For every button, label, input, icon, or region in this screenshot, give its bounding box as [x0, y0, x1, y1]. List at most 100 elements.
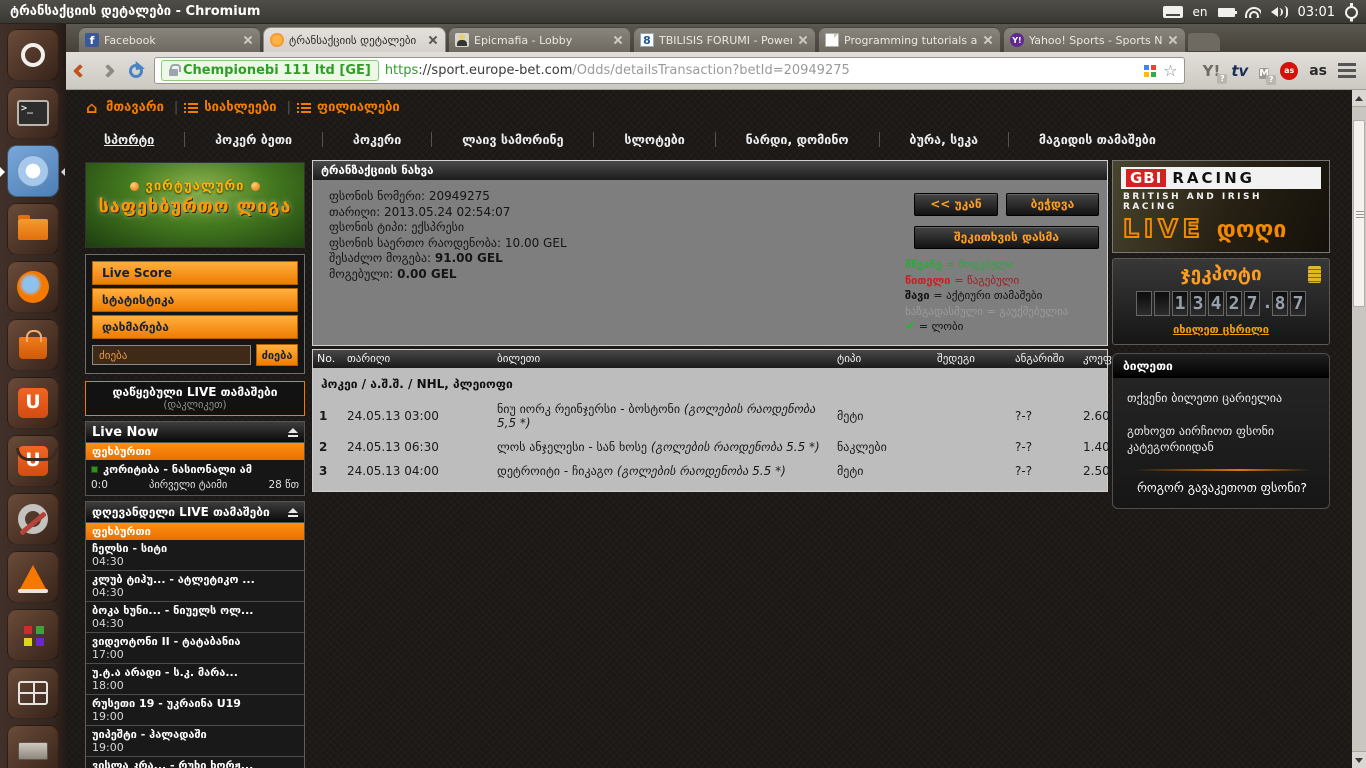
- theme-grid-icon[interactable]: [1144, 64, 1156, 77]
- live-match-item[interactable]: კორიტიბა - ნასიონალი ამ 0:0 პირველი ტაიმ…: [85, 460, 305, 496]
- keyboard-layout-label[interactable]: en: [1193, 5, 1208, 19]
- bookmark-star-icon[interactable]: ☆: [1163, 62, 1177, 79]
- launcher-vlc[interactable]: [7, 551, 59, 603]
- launcher-ubuntu-one[interactable]: U: [7, 377, 59, 429]
- close-icon[interactable]: [427, 34, 439, 46]
- clock[interactable]: 03:01: [1298, 5, 1335, 20]
- close-icon[interactable]: [1167, 34, 1179, 46]
- search-input[interactable]: [92, 345, 251, 365]
- tab-yahoo-sports[interactable]: Y! Yahoo! Sports - Sports Ne: [1003, 27, 1186, 52]
- back-button[interactable]: [66, 57, 94, 85]
- divider: [322, 132, 324, 147]
- today-sport-bar[interactable]: ფეხბურთი: [85, 523, 305, 540]
- tab-transaction-details[interactable]: ტრანსაქციის დეტალები: [263, 27, 446, 52]
- tab-tbilisis-forumi[interactable]: 8 TBILISIS FORUMI - Powere: [633, 27, 816, 52]
- launcher-dash-home[interactable]: [7, 29, 59, 81]
- help-button[interactable]: დახმარება: [92, 315, 298, 339]
- started-live-title: დაწყებული LIVE თამაშები: [112, 385, 278, 399]
- launcher-software-center[interactable]: [7, 319, 59, 371]
- yahoo-extension-icon[interactable]: Y!?: [1203, 62, 1228, 84]
- col-date: თარიღი: [347, 352, 391, 365]
- game-list-item[interactable]: უ.ტ.ა არადი - ს.კ. მარა... 18:00: [86, 664, 304, 695]
- tv-extension-icon[interactable]: tv: [1231, 62, 1248, 80]
- launcher-system-settings[interactable]: [7, 493, 59, 545]
- forward-button[interactable]: [94, 57, 122, 85]
- game-list-item[interactable]: ვისლა კრა... - რუხი ხორჟ...20:00: [86, 757, 304, 768]
- nav-slots[interactable]: სლოტები: [620, 130, 689, 149]
- new-tab-button[interactable]: [1188, 33, 1220, 51]
- reload-button[interactable]: [122, 57, 150, 85]
- address-bar[interactable]: Chempionebi 111 ltd [GE] https://sport.e…: [154, 57, 1185, 84]
- tab-epicmafia[interactable]: Epicmafia - Lobby: [448, 27, 631, 52]
- close-icon[interactable]: [797, 34, 809, 46]
- ev-certificate-badge[interactable]: Chempionebi 111 ltd [GE]: [161, 60, 379, 81]
- divider: [184, 132, 186, 147]
- nav-sport[interactable]: სპორტი: [100, 130, 158, 149]
- close-icon[interactable]: [242, 34, 254, 46]
- close-icon[interactable]: [982, 34, 994, 46]
- scrollbar-thumb[interactable]: [1353, 120, 1365, 307]
- volume-icon[interactable]: [1270, 6, 1288, 18]
- game-list-item[interactable]: ვიდეოტონი II - ტატაბანია 17:00: [86, 633, 304, 664]
- game-list-item[interactable]: ჩელსი - სიტი 04:30: [86, 540, 304, 571]
- print-button[interactable]: ბეჭდვა: [1006, 193, 1099, 216]
- banner-line1: ვირტუალური: [86, 179, 304, 194]
- nav-bura-seka[interactable]: ბურა, სეკა: [905, 130, 982, 149]
- nav-live-casino[interactable]: ლაივ სამორინე: [458, 130, 567, 149]
- nav-table-games[interactable]: მაგიდის თამაშები: [1035, 130, 1160, 149]
- jackpot-table-link[interactable]: იხილეთ ცხრილი: [1173, 323, 1269, 336]
- nav-poker[interactable]: პოკერი: [349, 130, 405, 149]
- launcher-ubuntu-one-music[interactable]: U: [7, 435, 59, 487]
- tv-glyph: tv: [1231, 61, 1249, 80]
- live-now-header[interactable]: Live Now: [85, 421, 305, 443]
- gbi-racing-banner[interactable]: GBI RACING BRITISH AND IRISH RACING LIVE…: [1112, 160, 1330, 253]
- launcher-terminal[interactable]: >_: [7, 87, 59, 139]
- nav-backgammon-domino[interactable]: ნარდი, დომინო: [742, 130, 853, 149]
- nav-branches[interactable]: ფილიალები: [297, 100, 400, 115]
- game-title: უიპეშტი - ჰალადაში: [92, 728, 207, 741]
- game-list-item[interactable]: ბოკა ხუნი... - ნიუელს ოლ... 04:30: [86, 602, 304, 633]
- lastfm-scrobbler-icon[interactable]: as: [1309, 63, 1327, 79]
- launcher-workspace-switcher[interactable]: [7, 667, 59, 719]
- tab-label: ტრანსაქციის დეტალები: [289, 33, 417, 47]
- cell-type: ნაკლები: [837, 440, 887, 454]
- lastfm-extension-icon[interactable]: as: [1280, 61, 1299, 80]
- search-button[interactable]: ძიება: [256, 344, 298, 366]
- scroll-up-button[interactable]: [1352, 90, 1366, 107]
- nav-poker-bet[interactable]: პოკერ ბეთი: [211, 130, 296, 149]
- game-list-item[interactable]: კლუბ ტიჰუ... - ატლეტიკო ... 04:30: [86, 571, 304, 602]
- virtual-league-banner[interactable]: ვირტუალური საფეხბურთო ლიგა: [85, 162, 305, 248]
- today-live-header[interactable]: დღევანდელი LIVE თამაშები: [85, 501, 305, 523]
- wifi-icon[interactable]: [1244, 6, 1261, 18]
- nav-home[interactable]: ⌂ მთავარი: [86, 98, 164, 117]
- how-to-bet-link[interactable]: როგორ გავაკეთოთ ფსონი?: [1127, 480, 1317, 496]
- back-to-list-button[interactable]: << უკან: [914, 193, 998, 216]
- launcher-archive[interactable]: [7, 725, 59, 768]
- launcher-firefox[interactable]: [7, 261, 59, 313]
- scroll-down-button[interactable]: [1352, 751, 1366, 768]
- check-icon: ✔: [905, 319, 916, 334]
- launcher-blocks-game[interactable]: [7, 609, 59, 661]
- gmail-extension-icon[interactable]: M?: [1259, 61, 1277, 85]
- browser-scrollbar[interactable]: [1352, 90, 1366, 768]
- game-list-item[interactable]: რუსეთი 19 - უკრაინა U19 19:00: [86, 695, 304, 726]
- tab-programming-tutorials[interactable]: Programming tutorials an: [818, 27, 1001, 52]
- session-gear-icon[interactable]: [1345, 5, 1358, 19]
- soccer-ball-icon: [250, 182, 260, 191]
- nav-news[interactable]: სიახლეები: [184, 100, 277, 115]
- keyboard-icon[interactable]: [1162, 6, 1183, 18]
- ask-question-button[interactable]: შეკითხვის დასმა: [914, 226, 1099, 249]
- started-live-banner[interactable]: დაწყებული LIVE თამაშები (დაკლიკეთ): [85, 381, 305, 416]
- close-icon[interactable]: [612, 34, 624, 46]
- battery-icon[interactable]: [1217, 7, 1237, 17]
- launcher-files[interactable]: [7, 203, 59, 255]
- collapse-icon[interactable]: [288, 427, 298, 437]
- live-now-sport-bar[interactable]: ფეხბურთი: [85, 443, 305, 460]
- statistics-button[interactable]: სტატისტიკა: [92, 288, 298, 312]
- live-score-button[interactable]: Live Score: [92, 261, 298, 285]
- launcher-chromium[interactable]: [0, 145, 65, 197]
- game-list-item[interactable]: უიპეშტი - ჰალადაში 19:00: [86, 726, 304, 757]
- tab-facebook[interactable]: f Facebook: [78, 27, 261, 52]
- chrome-menu-icon[interactable]: [1338, 63, 1356, 66]
- collapse-icon[interactable]: [288, 507, 298, 517]
